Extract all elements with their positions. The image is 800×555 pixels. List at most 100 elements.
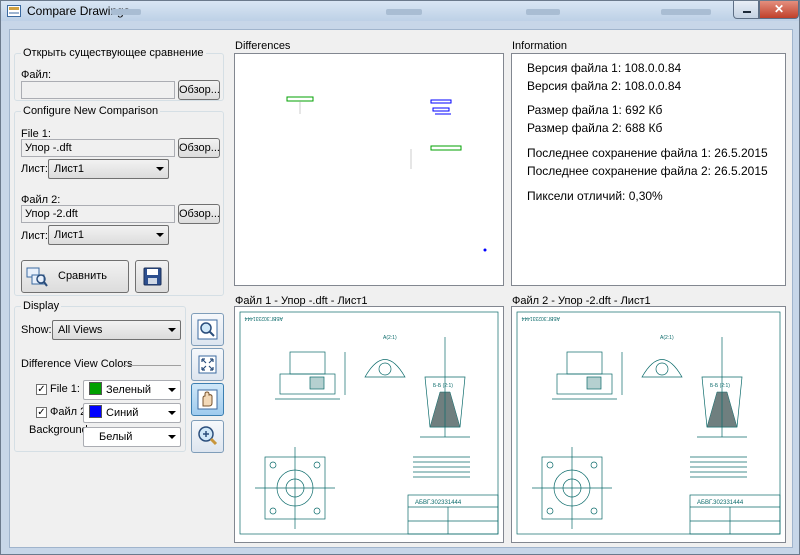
- zoom-window-icon: [197, 319, 218, 340]
- information-title: Information: [512, 40, 568, 52]
- pan-button[interactable]: [191, 383, 224, 416]
- compare-button[interactable]: Сравнить: [21, 260, 129, 293]
- file2-drawing: АБВГ.302331444 АБВГ.302331444 Б-Б (2:1) А(2…: [516, 311, 781, 535]
- file2-color-value: Синий: [106, 407, 139, 419]
- file2-color-dropdown[interactable]: Синий: [83, 403, 181, 423]
- bolt-hole: [590, 507, 598, 515]
- divider: [123, 365, 181, 366]
- file1-color-checkbox[interactable]: ✓: [36, 384, 47, 395]
- part-outline: [279, 373, 336, 395]
- existing-file-field[interactable]: [21, 81, 175, 99]
- differences-title: Differences: [235, 40, 291, 52]
- file2-color-checkbox[interactable]: ✓: [36, 407, 47, 418]
- chevron-down-icon: [156, 167, 164, 171]
- hand-icon: [197, 389, 218, 410]
- version2-text: Версия файла 2: 108.0.0.84: [527, 79, 682, 93]
- close-button[interactable]: ✕: [759, 1, 799, 19]
- compare-drawings-window: Compare Drawings ✕ Открыть существующее …: [0, 0, 800, 555]
- file1-view-panel[interactable]: АБВГ.302331444 АБВГ.302331444 Б-Б (2:1) А(2…: [234, 306, 504, 543]
- close-icon: ✕: [773, 2, 785, 16]
- file1-color-dropdown[interactable]: Зеленый: [83, 380, 181, 400]
- diff-mark-green: [286, 96, 314, 102]
- background-blur: [386, 9, 422, 15]
- chevron-down-icon: [156, 233, 164, 237]
- diff-mark-blue: [432, 107, 450, 112]
- colors-title: Difference View Colors: [21, 358, 133, 370]
- chevron-down-icon: [168, 435, 176, 439]
- zoom-fit-icon: [198, 355, 217, 374]
- section-label: Б-Б (2:1): [433, 383, 453, 389]
- zoom-window-button[interactable]: [191, 313, 224, 346]
- configure-title: Configure New Comparison: [21, 105, 161, 117]
- sheet1-value: Лист1: [54, 163, 85, 175]
- title-bar[interactable]: Compare Drawings ✕: [1, 1, 799, 21]
- save-button[interactable]: [135, 260, 169, 293]
- background-blur: [111, 9, 141, 15]
- client-area: Открыть существующее сравнение Файл: Обз…: [9, 29, 793, 548]
- diff-mark-blue: [483, 248, 487, 252]
- browse-file1-button[interactable]: Обзор...: [178, 138, 220, 158]
- part-outline: [289, 351, 326, 375]
- part-hatch: [309, 376, 325, 390]
- file-label: Файл:: [21, 69, 52, 81]
- bolt-hole: [269, 507, 277, 515]
- drawing-number-rotated: АБВГ.302331444: [244, 315, 283, 321]
- show-value: All Views: [58, 324, 103, 336]
- size1-text: Размер файла 1: 692 Кб: [527, 103, 663, 117]
- version1-text: Версия файла 1: 108.0.0.84: [527, 61, 682, 75]
- bolt-hole: [546, 507, 554, 515]
- open-existing-group: Открыть существующее сравнение Файл: Обз…: [14, 47, 224, 101]
- sheet2-label: Лист:: [21, 230, 48, 242]
- view-label: А(2:1): [383, 335, 397, 341]
- sheet2-value: Лист1: [54, 229, 85, 241]
- view-a-outline: [641, 359, 683, 378]
- view-a-outline: [364, 359, 406, 378]
- sheet2-dropdown[interactable]: Лист1: [48, 225, 169, 245]
- file2-view-panel[interactable]: АБВГ.302331444 АБВГ.302331444 Б-Б (2:1) А(2…: [511, 306, 786, 543]
- background-blur: [661, 9, 711, 15]
- diff-mark-green: [430, 145, 462, 151]
- bolt-hole: [269, 461, 277, 469]
- part-outline: [556, 373, 613, 395]
- drawing-number: АБВГ.302331444: [697, 500, 744, 506]
- saved2-text: Последнее сохранение файла 2: 26.5.2015: [527, 164, 768, 178]
- view-a-hole: [655, 362, 669, 376]
- sheet1-dropdown[interactable]: Лист1: [48, 159, 169, 179]
- minimize-button[interactable]: [733, 1, 759, 19]
- blue-swatch: [89, 405, 102, 418]
- browse-existing-button[interactable]: Обзор...: [178, 80, 220, 100]
- drawing-number: АБВГ.302331444: [415, 500, 462, 506]
- app-icon: [7, 5, 21, 17]
- size2-text: Размер файла 2: 688 Кб: [527, 121, 663, 135]
- show-label: Show:: [21, 324, 52, 336]
- bolt-hole: [313, 507, 321, 515]
- saved1-text: Последнее сохранение файла 1: 26.5.2015: [527, 146, 768, 160]
- compare-button-label: Сравнить: [58, 270, 108, 282]
- file2-field[interactable]: Упор -2.dft: [21, 205, 175, 223]
- part-outline: [566, 351, 603, 375]
- background-value: Белый: [99, 431, 133, 443]
- save-icon: [143, 267, 162, 286]
- configure-group: Configure New Comparison File 1: Упор -.…: [14, 105, 224, 296]
- file1-color-value: Зеленый: [106, 384, 152, 396]
- zoom-fit-button[interactable]: [191, 348, 224, 381]
- pixels-diff-text: Пиксели отличий: 0,30%: [527, 189, 663, 203]
- differences-panel[interactable]: [234, 53, 504, 286]
- display-group: Display Show: All Views Difference View …: [14, 300, 186, 452]
- diff-mark-blue: [430, 99, 452, 104]
- file1-field[interactable]: Упор -.dft: [21, 139, 175, 157]
- zoom-in-button[interactable]: [191, 420, 224, 453]
- drawing-number-rotated: АБВГ.302331444: [521, 315, 560, 321]
- part-hatch: [586, 376, 602, 390]
- view-a-hole: [378, 362, 392, 376]
- section-label: Б-Б (2:1): [710, 383, 730, 389]
- browse-file2-button[interactable]: Обзор...: [178, 204, 220, 224]
- open-existing-title: Открыть существующее сравнение: [21, 47, 206, 59]
- zoom-in-icon: [198, 426, 218, 446]
- sheet1-label: Лист:: [21, 163, 48, 175]
- chevron-down-icon: [168, 411, 176, 415]
- bolt-hole: [313, 461, 321, 469]
- show-dropdown[interactable]: All Views: [52, 320, 181, 340]
- background-dropdown[interactable]: Белый: [83, 427, 181, 447]
- background-label: Background:: [29, 424, 91, 436]
